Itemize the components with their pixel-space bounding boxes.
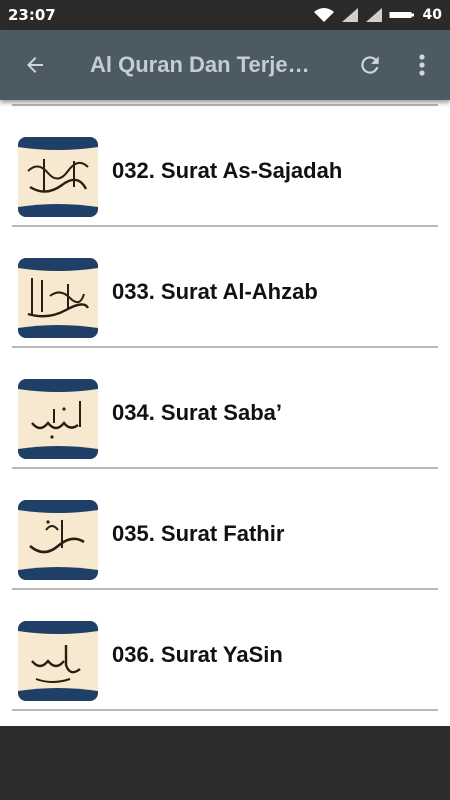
- surah-calligraphy-icon: [18, 258, 98, 338]
- list-item[interactable]: 034. Surat Saba’: [0, 342, 450, 469]
- more-vert-icon: [419, 54, 425, 76]
- surah-title: 035. Surat Fathir: [112, 521, 285, 546]
- list-item[interactable]: 033. Surat Al-Ahzab: [0, 221, 450, 348]
- list-item[interactable]: 036. Surat YaSin: [0, 584, 450, 711]
- signal-icon: [341, 8, 358, 22]
- signal-icon-2: [365, 8, 382, 22]
- divider: [12, 709, 438, 711]
- page-title: Al Quran Dan Terjemahan: [90, 52, 322, 77]
- overflow-menu-button[interactable]: [404, 30, 440, 100]
- surah-calligraphy-icon: [18, 500, 98, 580]
- surah-title: 033. Surat Al-Ahzab: [112, 279, 318, 304]
- surah-calligraphy-icon: [18, 379, 98, 459]
- surah-title: 036. Surat YaSin: [112, 642, 283, 667]
- surah-calligraphy-icon: [18, 621, 98, 701]
- navigation-bar: [0, 726, 450, 800]
- refresh-button[interactable]: [350, 30, 390, 100]
- wifi-icon: [313, 8, 334, 22]
- surah-calligraphy-icon: [18, 137, 98, 217]
- battery-level: 40: [422, 7, 442, 23]
- arrow-left-icon: [27, 57, 43, 73]
- surah-list[interactable]: 032. Surat As-Sajadah 033. Surat Al-Ahza…: [0, 100, 450, 726]
- status-time: 23:07: [8, 6, 56, 24]
- list-item[interactable]: 035. Surat Fathir: [0, 463, 450, 590]
- battery-icon: [389, 12, 414, 18]
- list-item[interactable]: 032. Surat As-Sajadah: [0, 100, 450, 227]
- back-button[interactable]: [0, 30, 70, 100]
- surah-title: 032. Surat As-Sajadah: [112, 158, 343, 183]
- refresh-icon: [361, 56, 379, 74]
- surah-title: 034. Surat Saba’: [112, 400, 282, 425]
- app-bar: Al Quran Dan Terjemahan: [0, 30, 450, 100]
- status-icons: 40: [313, 7, 442, 23]
- status-bar: 23:07 40: [0, 0, 450, 30]
